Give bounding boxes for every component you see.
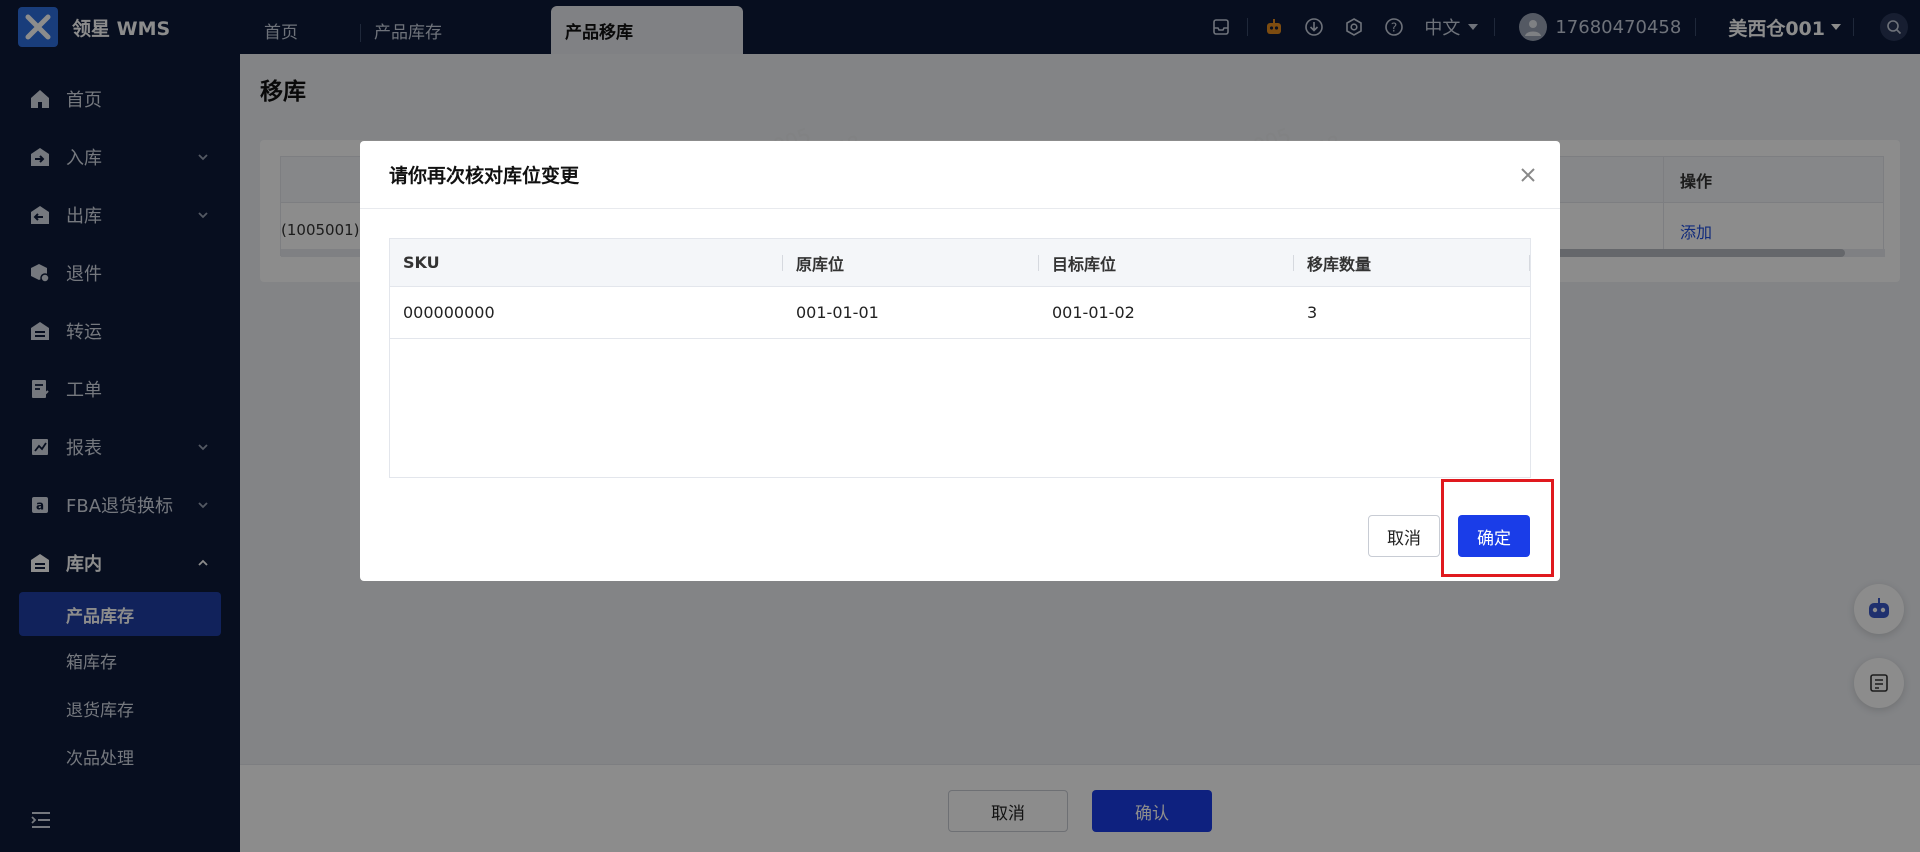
close-icon[interactable] [1518, 165, 1538, 185]
table-row: 000000000 001-01-01 001-01-02 3 [390, 287, 1530, 339]
transfer-detail-table: SKU 原库位 目标库位 移库数量 000000000 001-01-01 00… [389, 238, 1531, 478]
column-header-quantity: 移库数量 [1294, 239, 1530, 286]
confirm-transfer-dialog: 请你再次核对库位变更 SKU 原库位 目标库位 移库数量 000000000 0… [360, 141, 1560, 581]
cell-to-location: 001-01-02 [1052, 303, 1135, 322]
column-header-sku: SKU [390, 239, 783, 286]
dialog-title: 请你再次核对库位变更 [389, 165, 580, 187]
dialog-cancel-button[interactable]: 取消 [1368, 515, 1440, 557]
dialog-header: 请你再次核对库位变更 [360, 141, 1560, 209]
column-header-to-location: 目标库位 [1039, 239, 1294, 286]
table-header: SKU 原库位 目标库位 移库数量 [390, 239, 1530, 287]
highlight-annotation [1441, 479, 1554, 577]
cell-from-location: 001-01-01 [796, 303, 879, 322]
cell-sku: 000000000 [403, 303, 495, 322]
cell-quantity: 3 [1307, 303, 1318, 322]
column-header-from-location: 原库位 [783, 239, 1039, 286]
